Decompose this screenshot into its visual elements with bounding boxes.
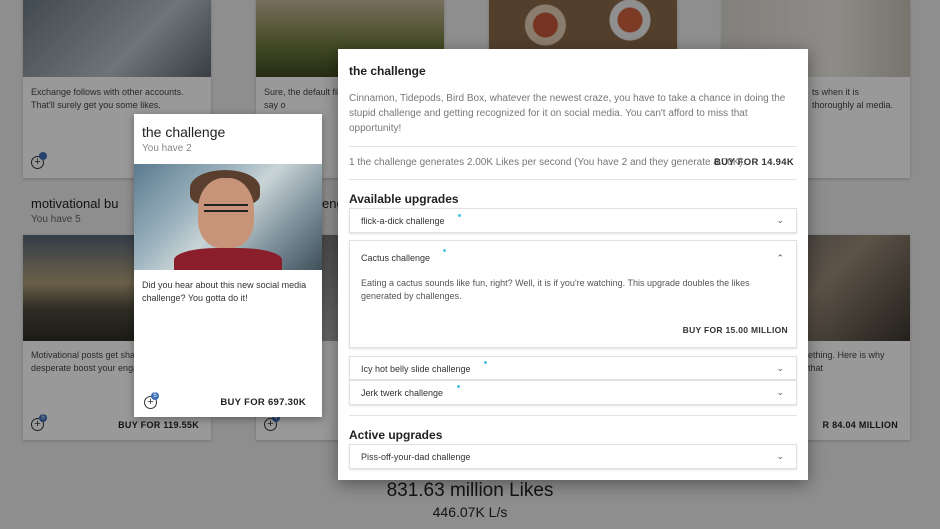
- divider: [349, 146, 797, 147]
- bg-card-image: [23, 0, 211, 77]
- count-badge: 5: [39, 414, 47, 422]
- upgrade-label: Jerk twerk challenge: [361, 388, 444, 398]
- modal-title: the challenge: [349, 64, 426, 78]
- upgrade-jerk-twerk[interactable]: Jerk twerk challenge ⌄: [349, 380, 797, 405]
- active-upgrades-heading: Active upgrades: [349, 428, 443, 442]
- bg-card-buy[interactable]: BUY FOR 119.55K: [118, 420, 199, 430]
- upgrade-description: Eating a cactus sounds like fun, right? …: [361, 278, 750, 301]
- upgrade-label: Cactus challenge: [361, 253, 431, 263]
- detail-modal: the challenge Cinnamon, Tidepods, Bird B…: [338, 49, 808, 480]
- photo-face: [198, 178, 254, 248]
- buy-button[interactable]: BUY FOR 14.94K: [714, 157, 794, 168]
- bg-card-buy[interactable]: R 84.04 MILLION: [822, 420, 898, 430]
- chevron-down-icon[interactable]: ⌄: [776, 451, 784, 462]
- new-dot-icon: [443, 249, 446, 252]
- upgrade-icy-hot[interactable]: Icy hot belly slide challenge ⌄: [349, 356, 797, 380]
- divider: [349, 415, 797, 416]
- owned-count: You have 5: [31, 214, 81, 225]
- challenge-card[interactable]: the challenge You have 2 Did you hear ab…: [134, 114, 322, 417]
- active-upgrade-piss-off[interactable]: Piss-off-your-dad challenge ⌄: [349, 444, 797, 469]
- available-upgrades-heading: Available upgrades: [349, 192, 459, 206]
- section-heading: motivational bu: [31, 196, 119, 211]
- count-badge: 5: [151, 392, 159, 400]
- upgrade-cactus[interactable]: Cactus challenge ⌃ Eating a cactus sound…: [349, 240, 797, 348]
- card-image: [134, 164, 322, 270]
- card-title: the challenge: [142, 124, 226, 140]
- photo-glasses: [204, 204, 248, 212]
- divider: [349, 179, 797, 180]
- photo-shirt: [174, 248, 282, 270]
- chevron-down-icon[interactable]: ⌄: [776, 387, 784, 398]
- bg-card-desc: ething. Here is why that: [808, 350, 885, 373]
- modal-description: Cinnamon, Tidepods, Bird Box, whatever t…: [349, 93, 786, 134]
- bg-card-desc: ts when it is thoroughly al media.: [812, 87, 894, 110]
- upgrade-buy-button[interactable]: BUY FOR 15.00 MILLION: [683, 325, 788, 335]
- owned-count: You have 2: [142, 143, 192, 154]
- upgrade-label: flick-a-dick challenge: [361, 216, 445, 226]
- chevron-down-icon[interactable]: ⌄: [776, 215, 784, 226]
- chevron-down-icon[interactable]: ⌄: [776, 363, 784, 374]
- bg-card-desc: Exchange follows with other accounts. Th…: [31, 87, 184, 110]
- likes-total: 831.63 million Likes: [386, 480, 554, 501]
- likes-rate: 446.07K L/s: [432, 504, 508, 520]
- upgrade-label: Icy hot belly slide challenge: [361, 364, 471, 374]
- new-dot-icon: [457, 385, 460, 388]
- likes-stats: 831.63 million Likes 446.07K L/s: [0, 480, 940, 522]
- chevron-up-icon[interactable]: ⌃: [776, 253, 784, 264]
- upgrade-label: Piss-off-your-dad challenge: [361, 452, 471, 462]
- count-badge: [39, 152, 47, 160]
- new-dot-icon: [484, 361, 487, 364]
- bg-card-image: [489, 0, 677, 50]
- card-desc: Did you hear about this new social media…: [142, 280, 307, 303]
- upgrade-flick-a-dick[interactable]: flick-a-dick challenge ⌄: [349, 208, 797, 233]
- new-dot-icon: [458, 214, 461, 217]
- generation-info: 1 the challenge generates 2.00K Likes pe…: [349, 157, 746, 168]
- buy-button[interactable]: BUY FOR 697.30K: [220, 397, 306, 408]
